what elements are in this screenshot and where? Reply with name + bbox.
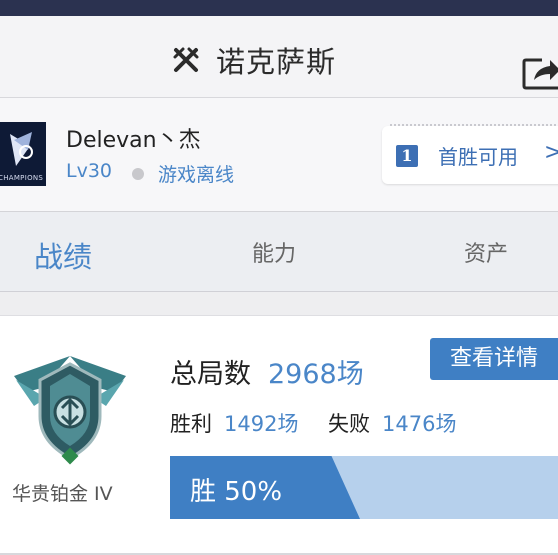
first-win-card[interactable]: 1 首胜可用 >	[382, 124, 558, 184]
header-bar: 诺克萨斯	[0, 16, 558, 98]
avatar[interactable]: CHAMPIONS	[0, 122, 46, 186]
rank-name: 华贵铂金 IV	[12, 483, 113, 505]
total-games-label: 总局数	[170, 359, 251, 390]
tab-record[interactable]: 战绩	[34, 234, 92, 276]
win-rate-bar: 胜 50%	[170, 456, 558, 519]
win-rate-text: 胜 50%	[190, 477, 283, 507]
losses-value: 1476场	[382, 412, 457, 436]
page-title: 诺克萨斯	[172, 40, 336, 80]
wins-value: 1492场	[224, 412, 299, 436]
profile-section: CHAMPIONS Delevan丶杰 Lv30 游戏离线 1 首胜可用 >	[0, 98, 558, 212]
title-text: 诺克萨斯	[216, 45, 337, 79]
wins-label: 胜利	[170, 412, 212, 436]
tab-bar: 战绩 能力 资产	[0, 212, 558, 292]
stats-card: 华贵铂金 IV 总局数 2968场 查看详情 胜利 1492场 失败 1476场…	[0, 315, 558, 553]
level-label: Lv30	[66, 160, 113, 182]
nickname: Delevan丶杰	[66, 128, 201, 153]
platinum-rank-emblem-icon	[14, 356, 126, 465]
online-status: 游戏离线	[158, 164, 235, 186]
chevron-right-icon: >	[544, 140, 558, 165]
view-details-button[interactable]: 查看详情	[430, 338, 558, 380]
crossed-swords-icon	[173, 47, 199, 72]
first-win-badge-icon: 1	[396, 145, 418, 167]
tab-ability[interactable]: 能力	[252, 236, 296, 268]
first-win-label: 首胜可用	[438, 145, 518, 169]
section-gap	[0, 293, 558, 315]
losses-label: 失败	[328, 412, 370, 436]
share-icon[interactable]	[520, 52, 558, 92]
tab-assets[interactable]: 资产	[464, 236, 508, 268]
avatar-label: CHAMPIONS	[0, 174, 44, 182]
total-games-value: 2968场	[268, 359, 364, 390]
status-dot-icon	[132, 168, 144, 180]
status-bar-strip	[0, 0, 558, 16]
